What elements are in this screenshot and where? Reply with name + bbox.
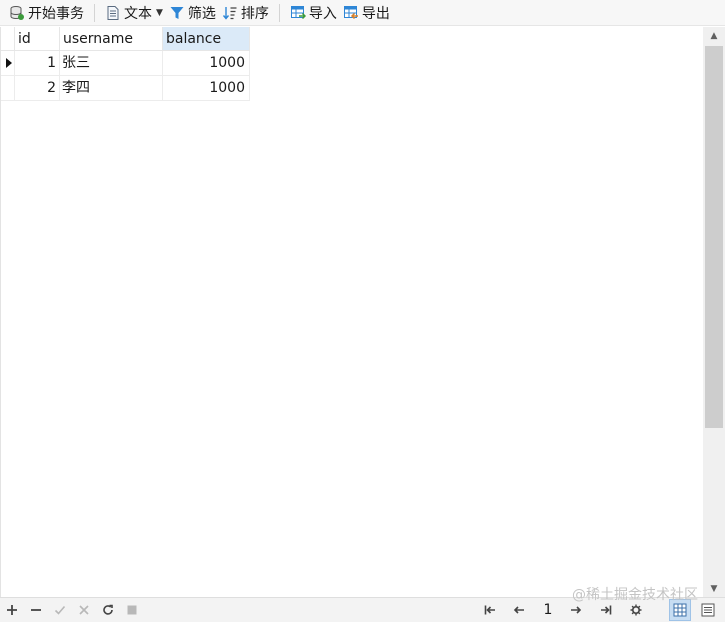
sort-button[interactable]: 排序	[219, 2, 272, 24]
table-import-icon	[290, 5, 306, 21]
refresh-button[interactable]	[99, 601, 117, 619]
discard-changes-button[interactable]	[75, 601, 93, 619]
sort-icon	[222, 5, 238, 21]
form-view-button[interactable]	[697, 599, 719, 621]
cell-balance[interactable]: 1000	[163, 51, 250, 76]
row-indicator[interactable]	[1, 76, 15, 101]
grid-header: id username balance	[1, 27, 250, 51]
cell-id[interactable]: 2	[15, 76, 60, 101]
check-icon	[54, 605, 66, 615]
vertical-scrollbar[interactable]: ▲ ▼	[703, 27, 725, 597]
table-row[interactable]: 2 李四 1000	[1, 76, 250, 101]
plus-icon	[7, 605, 17, 615]
current-row-arrow-icon	[6, 58, 12, 68]
text-view-label: 文本	[124, 5, 152, 22]
app-window: 开始事务 文本 ▼ 筛选 排序 导入 导出 id username balanc…	[0, 0, 725, 622]
filter-label: 筛选	[187, 5, 216, 22]
cell-username[interactable]: 李四	[60, 76, 163, 101]
scrollbar-thumb[interactable]	[705, 46, 723, 428]
page-number[interactable]: 1	[537, 601, 559, 619]
gear-icon	[630, 604, 642, 616]
scroll-up-icon[interactable]: ▲	[703, 27, 725, 44]
refresh-icon	[103, 604, 113, 615]
begin-transaction-button[interactable]: 开始事务	[6, 2, 87, 24]
apply-changes-button[interactable]	[51, 601, 69, 619]
delete-record-button[interactable]	[27, 601, 45, 619]
column-header-id[interactable]: id	[15, 27, 60, 51]
scroll-down-icon[interactable]: ▼	[703, 580, 725, 597]
column-header-username[interactable]: username	[60, 27, 163, 51]
toolbar-divider	[94, 3, 95, 22]
stop-button[interactable]	[123, 601, 141, 619]
cell-balance[interactable]: 1000	[163, 76, 250, 101]
export-label: 导出	[361, 5, 390, 22]
row-indicator[interactable]	[1, 51, 15, 76]
document-icon	[105, 5, 121, 21]
arrow-right-icon	[571, 606, 582, 614]
database-icon	[9, 5, 25, 21]
chevron-down-icon: ▼	[156, 7, 163, 18]
form-view-icon	[701, 603, 715, 617]
table-export-icon	[343, 5, 359, 21]
previous-page-button[interactable]	[510, 601, 528, 619]
minus-icon	[31, 609, 41, 611]
cell-username[interactable]: 张三	[60, 51, 163, 76]
text-view-button[interactable]: 文本 ▼	[102, 2, 166, 24]
column-header-balance[interactable]: balance	[163, 27, 250, 51]
add-record-button[interactable]	[3, 601, 21, 619]
close-icon	[79, 605, 89, 615]
data-grid: id username balance 1 张三 1000 2 李四 1000	[0, 27, 703, 597]
toolbar: 开始事务 文本 ▼ 筛选 排序 导入 导出	[0, 0, 725, 26]
begin-transaction-label: 开始事务	[28, 5, 84, 22]
import-label: 导入	[308, 5, 337, 22]
sort-label: 排序	[240, 5, 269, 22]
toolbar-divider	[278, 3, 280, 22]
grid-view-icon	[673, 603, 687, 617]
first-page-button[interactable]	[481, 601, 499, 619]
row-indicator-header	[1, 27, 15, 51]
first-page-icon	[484, 605, 495, 615]
arrow-left-icon	[513, 606, 524, 614]
import-button[interactable]: 导入	[287, 2, 340, 24]
stop-icon	[127, 605, 137, 615]
export-button[interactable]: 导出	[340, 2, 393, 24]
table-row[interactable]: 1 张三 1000	[1, 51, 250, 76]
cell-id[interactable]: 1	[15, 51, 60, 76]
last-page-icon	[601, 605, 612, 615]
filter-button[interactable]: 筛选	[166, 2, 219, 24]
watermark: @稀土掘金技术社区	[572, 587, 698, 603]
funnel-icon	[169, 5, 185, 21]
